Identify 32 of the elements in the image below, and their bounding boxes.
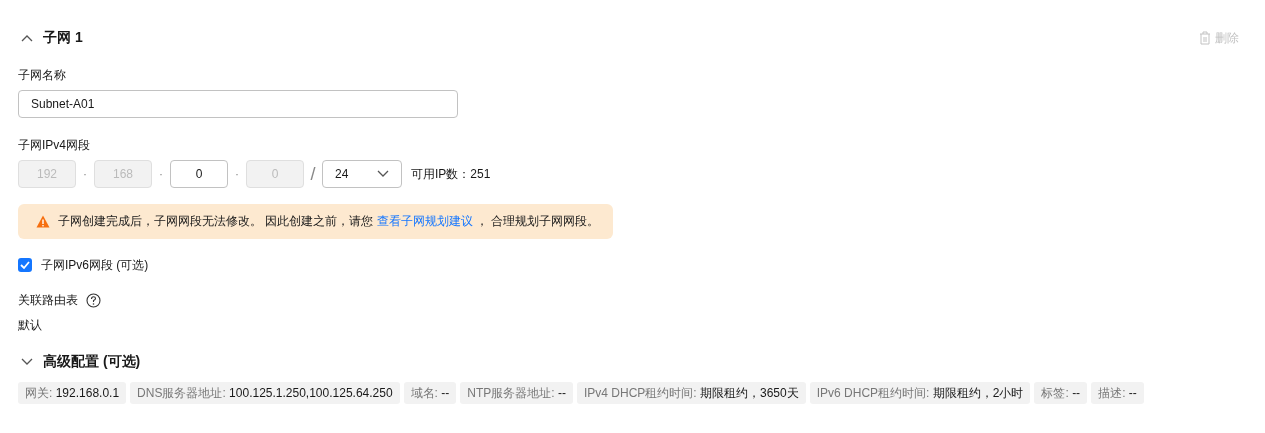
field-label: 子网IPv4网段 bbox=[18, 137, 91, 154]
dot-separator: · bbox=[234, 167, 240, 181]
warning-text: 子网创建完成后，子网网段无法修改。 因此创建之前，请您 查看子网规划建议 ， 合理规划子网网段。 bbox=[58, 213, 600, 230]
config-summary-tag: DNS服务器地址: 100.125.1.250,100.125.64.250 bbox=[130, 382, 400, 404]
slash-separator: / bbox=[309, 163, 317, 185]
config-summary-tag: NTP服务器地址: -- bbox=[460, 382, 573, 404]
field-label: 关联路由表 bbox=[18, 291, 78, 309]
available-ip-count: 可用IP数：251 bbox=[411, 165, 491, 183]
expand-icon[interactable] bbox=[21, 358, 33, 366]
dot-separator: · bbox=[82, 167, 88, 181]
caret-icon bbox=[377, 170, 389, 178]
config-summary-tag: IPv6 DHCP租约时间: 期限租约，2小时 bbox=[809, 382, 1031, 404]
field-label: 子网名称 bbox=[18, 67, 67, 84]
section-title: 子网 1 bbox=[43, 29, 83, 47]
ip-octet-field[interactable]: 0 bbox=[170, 160, 228, 188]
help-icon[interactable] bbox=[86, 292, 101, 308]
config-summary-tag: 网关: 192.168.0.1 bbox=[18, 382, 127, 404]
planning-advice-link[interactable]: 查看子网规划建议 bbox=[376, 214, 473, 228]
config-summary-tag: IPv4 DHCP租约时间: 期限租约，3650天 bbox=[577, 382, 806, 404]
config-summary-tag: 描述: -- bbox=[1091, 382, 1144, 404]
warning-icon bbox=[36, 215, 50, 228]
collapse-icon[interactable] bbox=[21, 34, 33, 42]
section-title: 高级配置 (可选) bbox=[43, 353, 141, 371]
route-table-value: 默认 bbox=[18, 317, 43, 334]
config-summary-tag: 标签: -- bbox=[1034, 382, 1088, 404]
trash-icon bbox=[1199, 31, 1211, 45]
ipv6-checkbox[interactable] bbox=[18, 258, 32, 272]
mask-select[interactable]: 24 bbox=[322, 160, 402, 188]
checkbox-label: 子网IPv6网段 (可选) bbox=[41, 256, 149, 274]
subnet-name-field[interactable]: Subnet-A01 bbox=[18, 90, 458, 118]
dot-separator: · bbox=[158, 167, 164, 181]
config-summary-tag: 域名: -- bbox=[403, 382, 457, 404]
